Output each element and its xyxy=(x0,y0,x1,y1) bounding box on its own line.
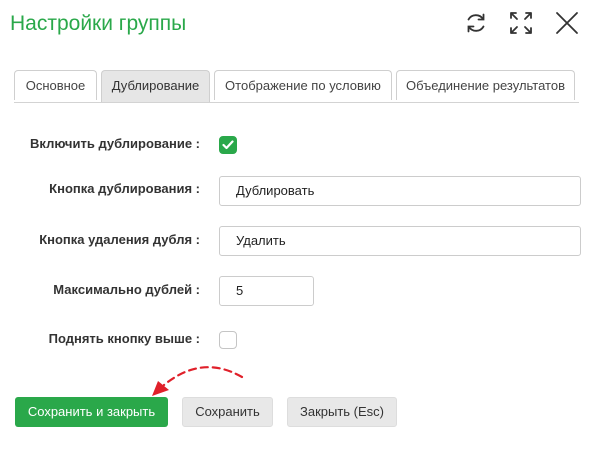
tab-conditional-display[interactable]: Отображение по условию xyxy=(214,70,392,100)
tab-duplication[interactable]: Дублирование xyxy=(101,70,210,102)
close-esc-button[interactable]: Закрыть (Esc) xyxy=(287,397,397,427)
tab-bar: Основное Дублирование Отображение по усл… xyxy=(14,70,579,103)
save-and-close-button[interactable]: Сохранить и закрыть xyxy=(15,397,168,427)
fullscreen-icon[interactable] xyxy=(506,8,536,38)
raise-button-checkbox[interactable] xyxy=(219,331,237,349)
save-button[interactable]: Сохранить xyxy=(182,397,273,427)
max-duplicates-input[interactable]: 5 xyxy=(219,276,314,306)
duplicate-button-label: Кнопка дублирования : xyxy=(49,181,200,196)
delete-duplicate-input[interactable]: Удалить xyxy=(219,226,581,256)
tab-merge-results[interactable]: Объединение результатов xyxy=(396,70,575,100)
enable-duplication-label: Включить дублирование : xyxy=(30,136,200,151)
enable-duplication-checkbox[interactable] xyxy=(219,136,237,154)
dialog-title: Настройки группы xyxy=(10,12,187,35)
tab-main[interactable]: Основное xyxy=(14,70,97,100)
check-icon xyxy=(222,140,234,150)
delete-duplicate-label: Кнопка удаления дубля : xyxy=(39,232,200,247)
max-duplicates-label: Максимально дублей : xyxy=(53,282,200,297)
raise-button-label: Поднять кнопку выше : xyxy=(48,331,200,346)
refresh-icon[interactable] xyxy=(461,8,491,38)
close-icon[interactable] xyxy=(552,8,582,38)
duplicate-button-input[interactable]: Дублировать xyxy=(219,176,581,206)
